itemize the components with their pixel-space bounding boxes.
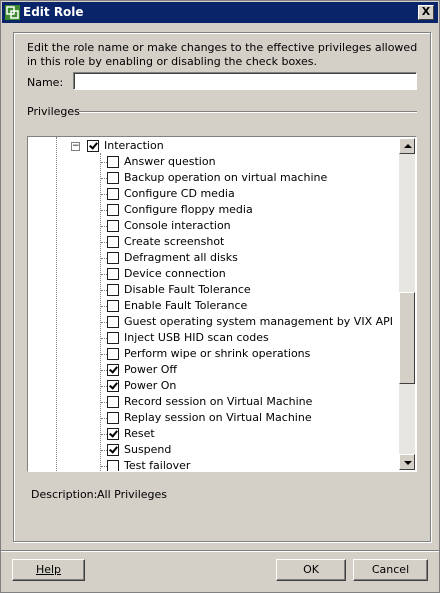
cancel-button-label: Cancel xyxy=(371,563,410,576)
tree-item-label: Backup operation on virtual machine xyxy=(124,171,328,184)
collapse-icon[interactable]: − xyxy=(71,142,80,151)
tree-item-label: Defragment all disks xyxy=(124,251,238,264)
checkbox[interactable] xyxy=(107,172,119,184)
arrow-down-icon xyxy=(404,461,412,465)
title-bar[interactable]: Edit Role X xyxy=(2,2,438,23)
tree-item-label: Answer question xyxy=(124,155,216,168)
checkbox[interactable] xyxy=(87,140,99,152)
checkbox[interactable] xyxy=(107,380,119,392)
tree-item-label: Inject USB HID scan codes xyxy=(124,331,269,344)
tree-guide-line xyxy=(56,137,57,471)
tree-item-label: Interaction xyxy=(104,139,164,152)
checkbox[interactable] xyxy=(107,412,119,424)
tree-item-label: Reset xyxy=(124,427,155,440)
checkbox[interactable] xyxy=(107,396,119,408)
cancel-button[interactable]: Cancel xyxy=(353,559,428,581)
checkbox[interactable] xyxy=(107,332,119,344)
checkbox[interactable] xyxy=(107,364,119,376)
scroll-down-button[interactable] xyxy=(399,454,415,470)
tree-item-label: Guest operating system management by VIX… xyxy=(124,315,394,328)
checkbox[interactable] xyxy=(107,204,119,216)
checkbox[interactable] xyxy=(107,300,119,312)
close-icon: X xyxy=(421,5,431,18)
name-input[interactable] xyxy=(73,72,417,90)
checkbox[interactable] xyxy=(107,444,119,456)
checkbox[interactable] xyxy=(107,428,119,440)
checkbox[interactable] xyxy=(107,284,119,296)
vsphere-app-icon xyxy=(5,5,20,20)
privileges-tree[interactable]: − Interaction Answer question Backup oper… xyxy=(27,136,417,472)
tree-item-label: Test failover xyxy=(124,459,191,472)
description-value: All Privileges xyxy=(97,488,168,501)
vertical-scrollbar[interactable] xyxy=(399,138,415,470)
checkbox[interactable] xyxy=(107,348,119,360)
tree-item-label: Create screenshot xyxy=(124,235,225,248)
checkbox[interactable] xyxy=(107,156,119,168)
tree-item-label: Enable Fault Tolerance xyxy=(124,299,248,312)
window-title: Edit Role xyxy=(23,5,84,19)
checkbox[interactable] xyxy=(107,316,119,328)
checkbox[interactable] xyxy=(107,268,119,280)
close-button[interactable]: X xyxy=(418,5,434,20)
checkbox[interactable] xyxy=(107,236,119,248)
tree-item-label: Suspend xyxy=(124,443,172,456)
privileges-divider xyxy=(79,111,417,113)
edit-role-dialog: Edit Role X Edit the role name or make c… xyxy=(0,0,440,593)
tree-guide-line xyxy=(100,153,101,471)
checkbox[interactable] xyxy=(107,252,119,264)
scroll-up-button[interactable] xyxy=(399,138,415,154)
tree-item-label: Replay session on Virtual Machine xyxy=(124,411,312,424)
arrow-up-icon xyxy=(404,144,412,148)
help-button-label: Help xyxy=(35,563,62,576)
tree-item-label: Configure floppy media xyxy=(124,203,253,216)
ok-button-label: OK xyxy=(303,563,319,576)
tree-item-label: Record session on Virtual Machine xyxy=(124,395,313,408)
privileges-label: Privileges xyxy=(27,105,80,118)
tree-item-label: Disable Fault Tolerance xyxy=(124,283,251,296)
checkbox[interactable] xyxy=(107,188,119,200)
tree-item-label: Perform wipe or shrink operations xyxy=(124,347,311,360)
tree-item-label: Configure CD media xyxy=(124,187,235,200)
intro-text: Edit the role name or make changes to th… xyxy=(27,41,418,68)
scrollbar-thumb[interactable] xyxy=(399,292,415,384)
tree-item-label: Power Off xyxy=(124,363,177,376)
ok-button[interactable]: OK xyxy=(276,559,346,581)
button-separator xyxy=(1,550,439,552)
description-label: Description: xyxy=(31,488,98,501)
checkbox[interactable] xyxy=(107,220,119,232)
tree-item-label: Power On xyxy=(124,379,177,392)
help-button[interactable]: Help xyxy=(12,559,85,581)
tree-item-label: Console interaction xyxy=(124,219,231,232)
name-label: Name: xyxy=(27,76,64,89)
tree-item-label: Device connection xyxy=(124,267,226,280)
checkbox[interactable] xyxy=(107,460,119,471)
